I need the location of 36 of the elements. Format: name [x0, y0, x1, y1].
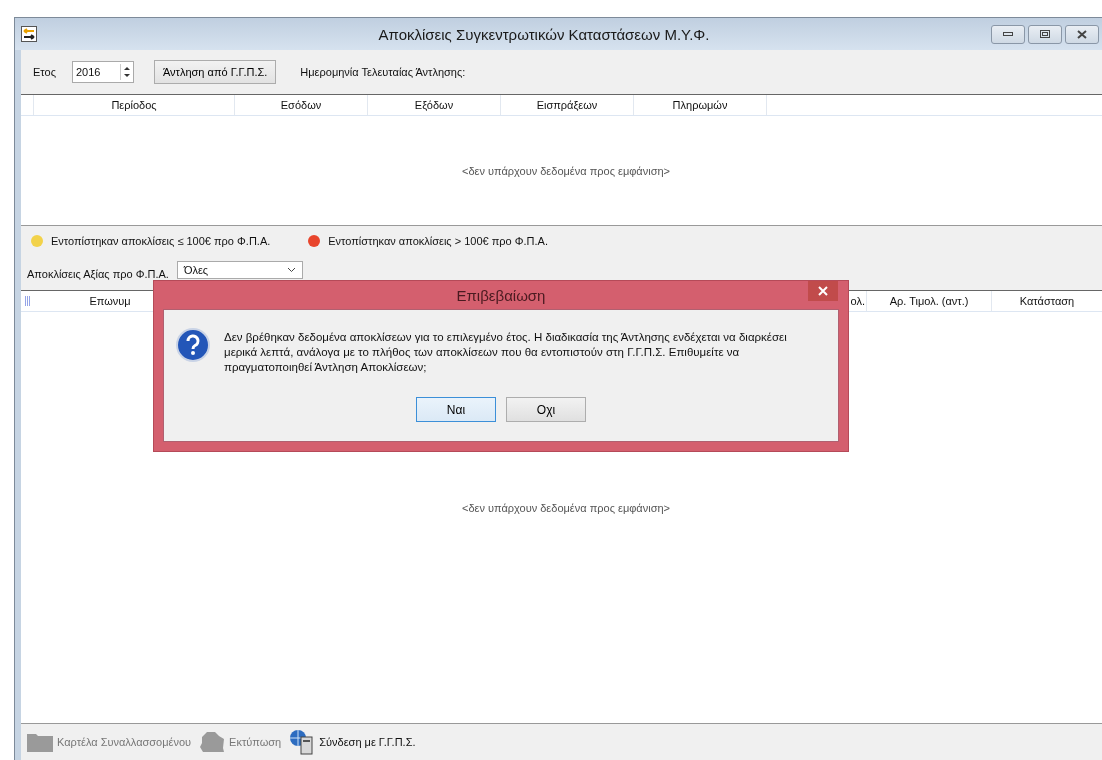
column-header[interactable]: Εξόδων [368, 95, 501, 115]
empty-message: <δεν υπάρχουν δεδομένα προς εμφάνιση> [462, 501, 670, 514]
last-fetch-label: Ημερομηνία Τελευταίας Άντλησης: [300, 66, 466, 78]
dialog-button[interactable]: Οχι [506, 397, 586, 422]
dialog-title: Επιβεβαίωση [456, 286, 546, 304]
question-icon [176, 328, 210, 362]
column-header[interactable]: Κατάσταση [992, 291, 1102, 311]
fetch-button[interactable]: Άντληση από Γ.Γ.Π.Σ. [153, 60, 277, 84]
filter-label: Αποκλίσεις Αξίας προ Φ.Π.Α. [27, 268, 169, 280]
column-header[interactable]: Εισπράξεων [501, 95, 634, 115]
minimize-button[interactable] [991, 24, 1025, 44]
close-button[interactable] [808, 281, 838, 301]
dialog-message: Δεν βρέθηκαν δεδομένα αποκλίσεων για το επιλεγμένο έτος. Η διαδικασία της Άντλησης ενδέχεται να διαρκέσει μερικά λεπτά, ανάλογα με το πλήθος των αποκλίσεων που θα εντοπιστούν στη Γ.Γ.Π.Σ. Επιθυμείτε να πραγματοποιηθεί Άντληση Αποκλίσεων; [224, 330, 788, 375]
column-header[interactable]: Αρ. Τιμολ. (αντ.) [867, 291, 992, 311]
maximize-button[interactable] [1028, 24, 1062, 44]
caret-icon [286, 267, 296, 273]
legend-label: Εντοπίστηκαν αποκλίσεις > 100€ προ Φ.Π.Α. [328, 235, 548, 247]
dialog-button[interactable]: Ναι [416, 397, 496, 422]
folder-icon [27, 732, 53, 752]
close-button[interactable] [1065, 24, 1099, 44]
legend-label: Εντοπίστηκαν αποκλίσεις ≤ 100€ προ Φ.Π.Α. [51, 235, 271, 247]
filter-dropdown[interactable]: Όλες [176, 261, 303, 279]
globe-server-icon [289, 729, 316, 755]
year-label: Ετος [33, 66, 56, 78]
maximize-icon [1040, 30, 1050, 38]
close-icon [818, 286, 828, 296]
minimize-icon [1003, 32, 1013, 36]
empty-message: <δεν υπάρχουν δεδομένα προς εμφάνιση> [462, 164, 670, 177]
year-spinner[interactable]: 2016 [71, 61, 134, 83]
column-header[interactable]: Εσόδων [235, 95, 368, 115]
window-title: Αποκλίσεις Συγκεντρωτικών Καταστάσεων Μ.Υ.Φ. [377, 25, 711, 43]
toolbar-button[interactable]: Σύνδεση με Γ.Γ.Π.Σ. [287, 729, 418, 755]
column-header[interactable]: Περίοδος [34, 95, 235, 115]
arrows-icon [21, 26, 37, 42]
column-header[interactable]: Πληρωμών [634, 95, 767, 115]
close-icon [1077, 29, 1087, 39]
